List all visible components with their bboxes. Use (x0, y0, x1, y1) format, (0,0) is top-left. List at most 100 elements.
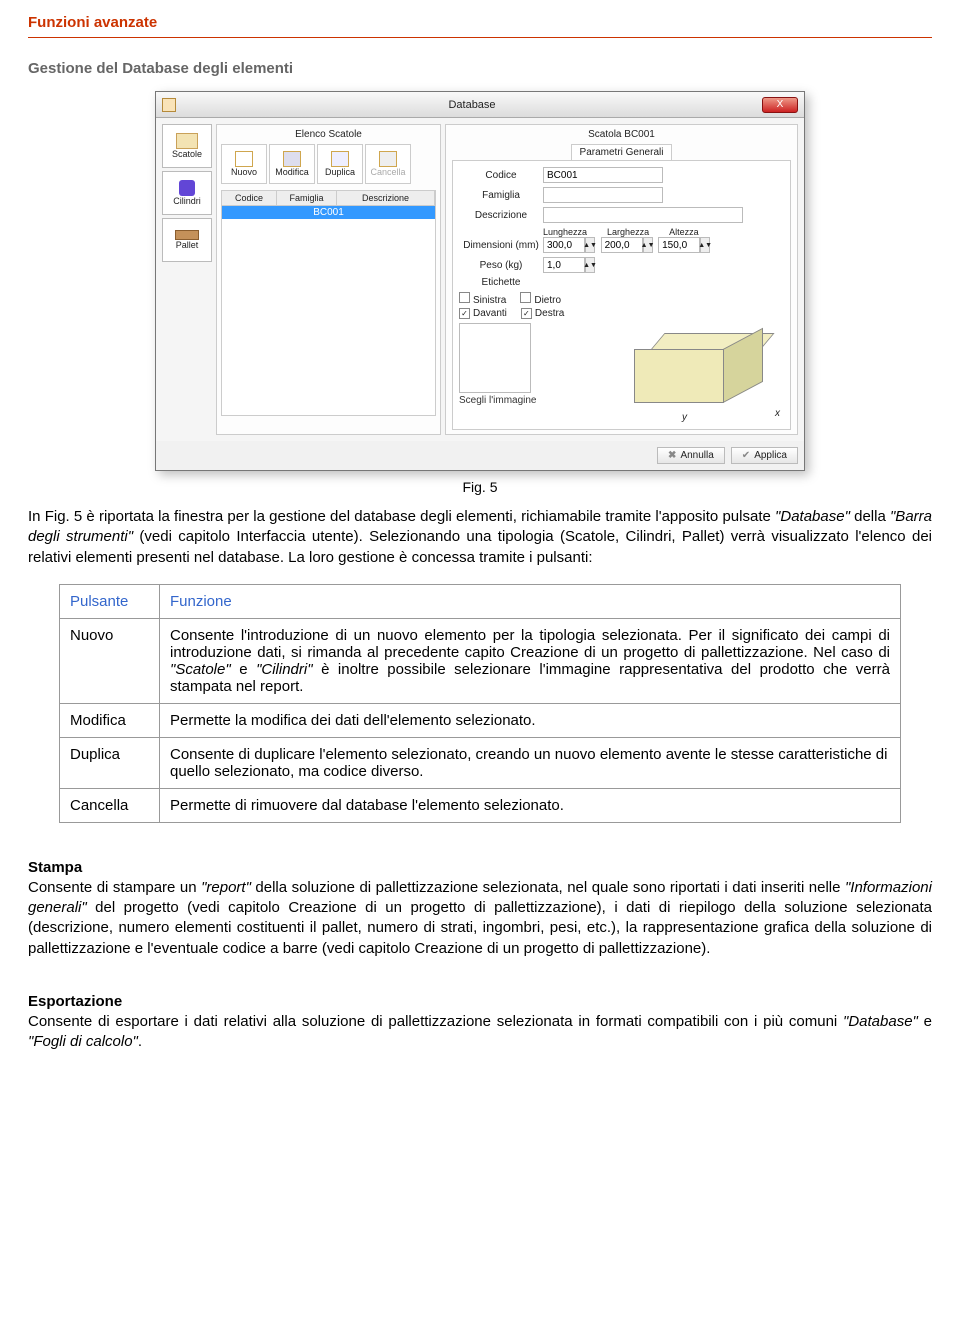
btn-label: Cancella (370, 167, 405, 177)
label-larghezza: Larghezza (607, 227, 649, 237)
section-title: Funzioni avanzate (28, 14, 932, 31)
close-button[interactable]: X (762, 97, 798, 113)
functions-table: Pulsante Funzione Nuovo Consente l'intro… (59, 584, 901, 823)
applica-button[interactable]: ✔ Applica (731, 447, 798, 464)
spinner-icon[interactable]: ▲▼ (585, 257, 595, 273)
btn-label: Applica (754, 450, 787, 461)
duplicate-icon (331, 151, 349, 167)
label-etichette: Etichette (459, 277, 543, 288)
image-placeholder (459, 323, 531, 393)
label-lunghezza: Lunghezza (543, 227, 587, 237)
list-panel: Elenco Scatole Nuovo Modifica Duplica Ca… (216, 124, 441, 435)
new-icon (235, 151, 253, 167)
spinner-icon[interactable]: ▲▼ (643, 237, 653, 253)
sidebar-item-scatole[interactable]: Scatole (162, 124, 212, 168)
list-row-selected[interactable]: BC001 (222, 206, 435, 219)
label-dimensioni: Dimensioni (mm) (459, 240, 543, 251)
checkbox-dietro[interactable] (520, 292, 531, 303)
annulla-button[interactable]: ✖ Annulla (657, 447, 725, 464)
btn-label: Nuovo (231, 167, 257, 177)
nuovo-button[interactable]: Nuovo (221, 144, 267, 184)
checkbox-sinistra[interactable] (459, 292, 470, 303)
sidebar-item-cilindri[interactable]: Cilindri (162, 171, 212, 215)
subsection-title: Gestione del Database degli elementi (28, 60, 932, 77)
input-peso[interactable] (543, 257, 585, 273)
input-altezza[interactable] (658, 237, 700, 253)
checkbox-destra[interactable]: ✓ (521, 308, 532, 319)
label-descrizione: Descrizione (459, 210, 543, 221)
database-window: Database X Scatole Cilindri Pallet (155, 91, 805, 471)
choose-image-link[interactable]: Scegli l'immagine (459, 395, 537, 406)
sidebar-item-label: Cilindri (173, 196, 201, 206)
btn-label: Modifica (275, 167, 309, 177)
col-codice: Codice (222, 191, 277, 205)
box-3d-preview: x y (634, 323, 784, 423)
btn-label: Annulla (680, 450, 713, 461)
sidebar-item-label: Pallet (176, 240, 199, 250)
cancella-button[interactable]: Cancella (365, 144, 411, 184)
app-icon (162, 98, 176, 112)
col-famiglia: Famiglia (277, 191, 337, 205)
apply-icon: ✔ (742, 450, 750, 461)
btn-label: Duplica (325, 167, 355, 177)
table-header-pulsante: Pulsante (60, 584, 160, 618)
sidebar-item-label: Scatole (172, 149, 202, 159)
divider (28, 37, 932, 38)
checkbox-davanti[interactable]: ✓ (459, 308, 470, 319)
table-cell-duplica-text: Consente di duplicare l'elemento selezio… (160, 737, 901, 788)
input-codice[interactable] (543, 167, 663, 183)
edit-icon (283, 151, 301, 167)
checkbox-label: Destra (535, 308, 564, 319)
section-stampa: Stampa Consente di stampare un "report" … (28, 859, 932, 959)
stampa-title: Stampa (28, 859, 932, 876)
table-cell-modifica-label: Modifica (60, 703, 160, 737)
list-title: Elenco Scatole (221, 129, 436, 140)
cancel-icon: ✖ (668, 450, 676, 461)
detail-title: Scatola BC001 (452, 129, 791, 140)
input-famiglia[interactable] (543, 187, 663, 203)
checkbox-label: Sinistra (473, 295, 506, 306)
table-cell-duplica-label: Duplica (60, 737, 160, 788)
esportazione-text: Consente di esportare i dati relativi al… (28, 1012, 932, 1053)
table-header-funzione: Funzione (160, 584, 901, 618)
spinner-icon[interactable]: ▲▼ (585, 237, 595, 253)
axis-y-label: y (682, 412, 687, 423)
window-title: Database (182, 99, 762, 111)
list-body[interactable]: BC001 (221, 206, 436, 416)
cylinder-icon (179, 180, 195, 196)
delete-icon (379, 151, 397, 167)
label-famiglia: Famiglia (459, 190, 543, 201)
checkbox-label: Dietro (534, 295, 561, 306)
esportazione-title: Esportazione (28, 993, 932, 1010)
input-larghezza[interactable] (601, 237, 643, 253)
category-sidebar: Scatole Cilindri Pallet (162, 124, 212, 435)
table-cell-nuovo-text: Consente l'introduzione di un nuovo elem… (160, 618, 901, 703)
figure-caption: Fig. 5 (28, 479, 932, 495)
label-codice: Codice (459, 170, 543, 181)
list-header: Codice Famiglia Descrizione (221, 190, 436, 206)
table-cell-nuovo-label: Nuovo (60, 618, 160, 703)
duplica-button[interactable]: Duplica (317, 144, 363, 184)
box-icon (176, 133, 198, 149)
table-cell-cancella-text: Permette di rimuovere dal database l'ele… (160, 788, 901, 822)
checkbox-label: Davanti (473, 308, 507, 319)
table-cell-cancella-label: Cancella (60, 788, 160, 822)
col-descrizione: Descrizione (337, 191, 435, 205)
sidebar-item-pallet[interactable]: Pallet (162, 218, 212, 262)
paragraph-intro: In Fig. 5 è riportata la finestra per la… (28, 507, 932, 568)
label-peso: Peso (kg) (459, 260, 543, 271)
stampa-text: Consente di stampare un "report" della s… (28, 878, 932, 959)
spinner-icon[interactable]: ▲▼ (700, 237, 710, 253)
tab-parametri-generali[interactable]: Parametri Generali (571, 144, 673, 160)
input-lunghezza[interactable] (543, 237, 585, 253)
modifica-button[interactable]: Modifica (269, 144, 315, 184)
pallet-icon (175, 230, 199, 240)
input-descrizione[interactable] (543, 207, 743, 223)
list-toolbar: Nuovo Modifica Duplica Cancella (221, 144, 436, 184)
table-cell-modifica-text: Permette la modifica dei dati dell'eleme… (160, 703, 901, 737)
detail-panel: Scatola BC001 Parametri Generali Codice … (445, 124, 798, 435)
axis-x-label: x (775, 408, 780, 419)
label-altezza: Altezza (669, 227, 699, 237)
window-titlebar: Database X (156, 92, 804, 118)
section-esportazione: Esportazione Consente di esportare i dat… (28, 993, 932, 1053)
